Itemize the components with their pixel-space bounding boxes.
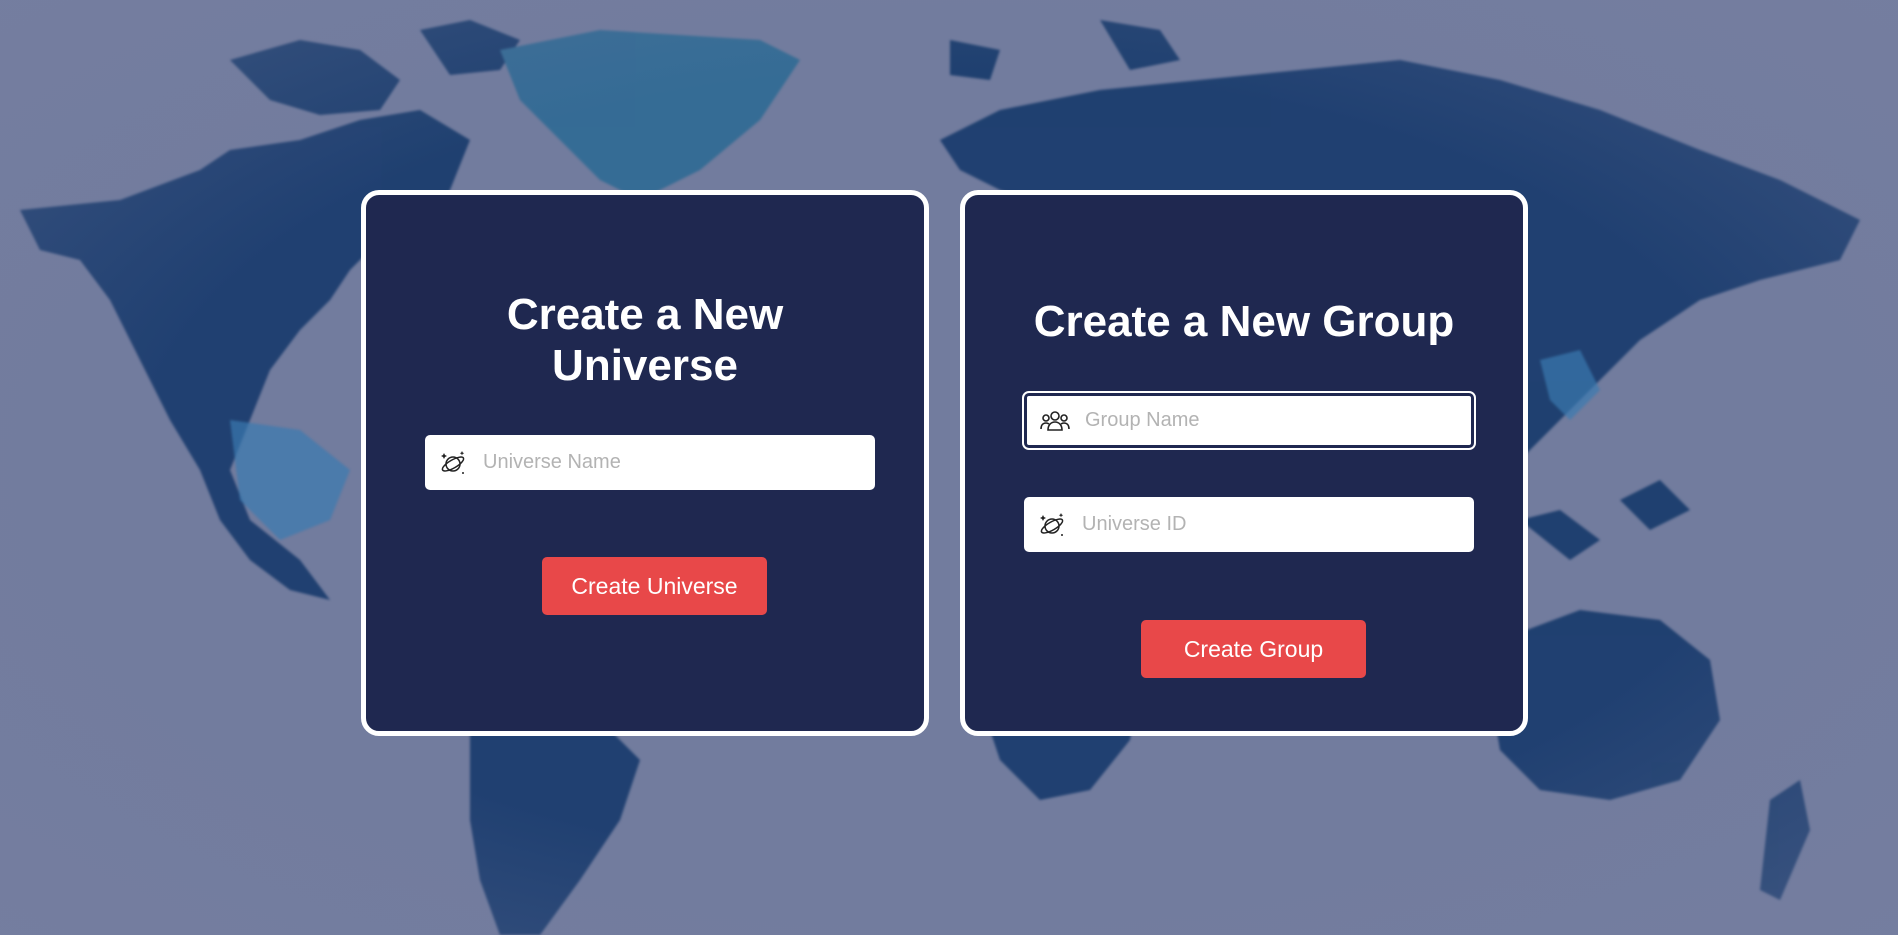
universe-name-input[interactable]	[483, 451, 863, 474]
universe-card-title: Create a New Universe	[506, 290, 784, 390]
group-card-title: Create a New Group	[1033, 297, 1455, 346]
universe-id-field[interactable]	[1024, 497, 1474, 552]
group-name-input[interactable]	[1085, 409, 1465, 432]
planet-icon	[1037, 510, 1067, 540]
create-group-button[interactable]: Create Group	[1141, 620, 1366, 678]
users-icon	[1040, 406, 1070, 436]
planet-icon	[438, 448, 468, 478]
create-group-card: Create a New Group Group Name Universe I…	[960, 190, 1528, 736]
page: Create a New Universe Create Universe Cr…	[0, 0, 1898, 935]
create-universe-card: Create a New Universe Create Universe	[361, 190, 929, 736]
world-map-background	[20, 20, 1860, 935]
universe-id-input[interactable]	[1082, 513, 1462, 536]
group-name-field[interactable]	[1022, 391, 1476, 450]
create-universe-button[interactable]: Create Universe	[542, 557, 767, 615]
universe-name-field[interactable]	[425, 435, 875, 490]
